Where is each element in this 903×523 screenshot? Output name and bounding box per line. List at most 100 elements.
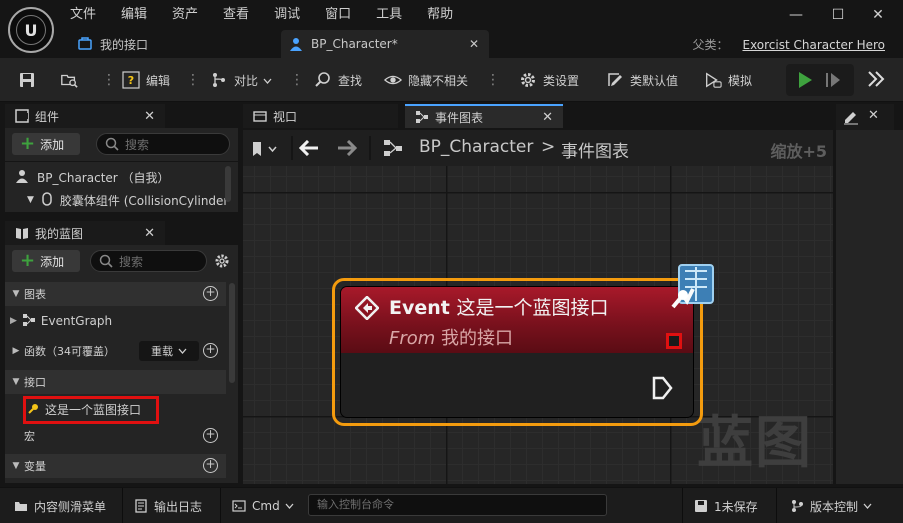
forward-arrow-icon[interactable] — [337, 139, 358, 159]
graphs-section[interactable]: ▼ 图表 + — [5, 282, 226, 306]
title-bar: U 文件 编辑 资产 查看 调试 窗口 工具 帮助 — ☐ ✕ 我的接口 BP_… — [0, 0, 903, 60]
node-sub-text: 我的接口 — [441, 328, 514, 349]
overload-dropdown[interactable]: 重载 — [139, 341, 199, 361]
content-drawer-button[interactable]: 内容侧滑菜单 — [14, 497, 106, 515]
interfaces-section-label: 接口 — [24, 376, 46, 389]
node-title-text: 这是一个蓝图接口 — [456, 297, 609, 319]
back-arrow-icon[interactable] — [298, 139, 319, 159]
details-edit-icon[interactable] — [843, 109, 859, 128]
graph-watermark: 蓝图 — [697, 411, 813, 476]
output-log-button[interactable]: 输出日志 — [134, 497, 202, 515]
menu-view[interactable]: 查看 — [223, 6, 261, 24]
menu-file[interactable]: 文件 — [70, 6, 108, 24]
play-button[interactable] — [796, 71, 814, 92]
find-button[interactable]: 查找 — [314, 68, 362, 92]
add-variable-icon[interactable]: + — [203, 458, 218, 473]
search-placeholder: 搜索 — [125, 137, 150, 152]
menu-window[interactable]: 窗口 — [325, 6, 363, 24]
graph-icon — [22, 313, 36, 330]
node-subtitle: From 我的接口 — [389, 324, 513, 350]
event-graph-item[interactable]: ▶ EventGraph — [10, 310, 112, 332]
add-component-button[interactable]: + 添加 — [12, 133, 80, 155]
interface-event-item[interactable]: 这是一个蓝图接口 — [27, 398, 141, 420]
toolbar-separator: ⋮ — [290, 72, 304, 88]
toolbar-separator: ⋮ — [486, 72, 500, 88]
diff-button[interactable]: 对比 — [210, 68, 272, 92]
menu-asset[interactable]: 资产 — [172, 6, 210, 24]
exec-pin-icon[interactable] — [651, 376, 673, 403]
class-defaults-icon — [606, 71, 624, 89]
graph-icon — [383, 139, 403, 160]
save-icon — [18, 71, 36, 89]
add-member-button[interactable]: + 添加 — [12, 250, 80, 272]
hide-unrelated-button[interactable]: 隐藏不相关 — [384, 68, 468, 92]
close-window-button[interactable]: ✕ — [868, 6, 888, 24]
settings-gear-icon[interactable] — [214, 253, 230, 272]
play-options-button[interactable] — [824, 71, 842, 92]
console-command-input[interactable]: 输入控制台命令 — [308, 494, 607, 516]
menu-tools[interactable]: 工具 — [376, 6, 414, 24]
interfaces-section[interactable]: ▼ 接口 — [5, 370, 226, 394]
variables-section[interactable]: ▼ 变量 + — [5, 454, 226, 478]
components-scrollbar[interactable] — [225, 166, 231, 202]
chevron-down-icon — [285, 503, 294, 509]
delegate-pin[interactable] — [666, 333, 682, 349]
character-asset-icon — [289, 37, 303, 51]
event-graph-canvas[interactable]: 蓝图 Event 这是一个蓝图接口 From 我的接口 — [243, 166, 833, 484]
gear-icon — [519, 71, 537, 89]
menu-edit[interactable]: 编辑 — [121, 6, 159, 24]
cmd-dropdown[interactable]: Cmd — [232, 497, 294, 515]
add-label: 添加 — [40, 254, 65, 269]
close-icon[interactable]: ✕ — [868, 108, 879, 123]
browse-button[interactable] — [60, 68, 84, 92]
my-blueprint-search-input[interactable]: 搜索 — [90, 250, 207, 272]
add-graph-icon[interactable]: + — [203, 286, 218, 301]
capsule-icon — [40, 191, 54, 209]
interface-event-node[interactable]: Event 这是一个蓝图接口 From 我的接口 — [341, 287, 693, 417]
parent-class-link[interactable]: Exorcist Character Hero — [742, 38, 885, 52]
add-function-icon[interactable]: + — [203, 343, 218, 358]
my-blueprint-title: 我的蓝图 — [35, 226, 84, 241]
menu-debug[interactable]: 调试 — [274, 6, 312, 24]
event-graph-label: EventGraph — [40, 314, 113, 328]
overload-label: 重载 — [151, 345, 173, 358]
class-settings-button[interactable]: 类设置 — [519, 68, 579, 92]
close-tab-icon[interactable]: ✕ — [469, 37, 479, 51]
unsaved-button[interactable]: 1未保存 — [694, 497, 758, 515]
breadcrumb-leaf: 事件图表 — [561, 142, 629, 162]
collapse-arrow-icon[interactable]: ▼ — [27, 195, 34, 205]
add-macro-icon[interactable]: + — [203, 428, 218, 443]
collapse-arrow-icon: ▼ — [12, 461, 20, 471]
my-blueprint-scrollbar[interactable] — [229, 283, 235, 383]
bookmark-icon[interactable] — [251, 141, 279, 160]
source-control-button[interactable]: 版本控制 — [790, 497, 872, 515]
save-button[interactable] — [18, 68, 42, 92]
functions-section[interactable]: ▶ 函数（34可覆盖） 重载 + — [5, 339, 226, 363]
folder-icon — [14, 499, 28, 513]
menu-help[interactable]: 帮助 — [427, 6, 465, 24]
tab-event-graph[interactable]: 事件图表 ✕ — [405, 104, 563, 128]
toolbar-overflow-button[interactable] — [866, 70, 886, 91]
tab-viewport[interactable]: 视口 — [243, 104, 398, 128]
component-root-item[interactable]: BP_Character （自我） — [15, 166, 170, 188]
tab-label: 我的接口 — [100, 37, 149, 52]
class-defaults-button[interactable]: 类默认值 — [606, 68, 678, 92]
close-icon[interactable]: ✕ — [542, 110, 553, 125]
macros-section[interactable]: 宏 + — [5, 424, 226, 448]
diff-label: 对比 — [234, 73, 259, 88]
components-title: 组件 — [35, 109, 60, 124]
minimize-button[interactable]: — — [786, 6, 806, 24]
close-icon[interactable]: ✕ — [144, 226, 155, 241]
simulate-button[interactable]: 模拟 — [704, 68, 752, 92]
component-child-item[interactable]: ▼ 胶囊体组件 (CollisionCylinder — [27, 189, 227, 211]
tab-my-interface[interactable]: 我的接口 — [70, 30, 270, 58]
unreal-logo-icon[interactable]: U — [8, 7, 54, 53]
close-icon[interactable]: ✕ — [144, 109, 155, 124]
node-title: Event 这是一个蓝图接口 — [389, 293, 609, 320]
components-search-input[interactable]: 搜索 — [96, 133, 230, 155]
maximize-button[interactable]: ☐ — [828, 6, 848, 24]
tab-bp-character[interactable]: BP_Character* ✕ — [281, 30, 489, 58]
expand-arrow-icon[interactable]: ▶ — [10, 316, 17, 326]
compile-button[interactable]: ? 编辑 — [122, 68, 170, 92]
breadcrumb-root[interactable]: BP_Character — [419, 137, 533, 157]
